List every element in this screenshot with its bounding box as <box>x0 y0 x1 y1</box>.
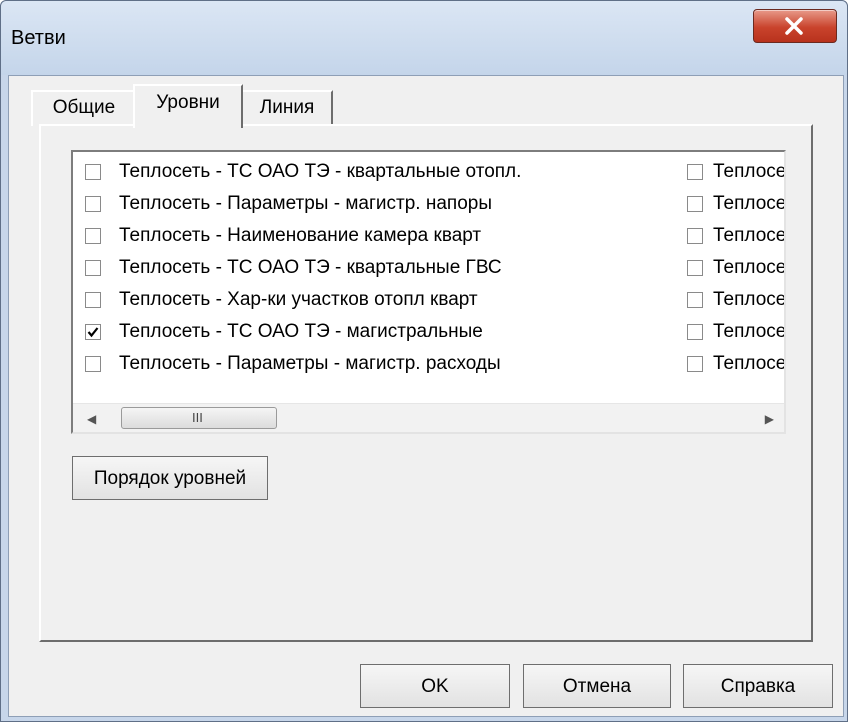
tab-levels[interactable]: Уровни <box>133 84 243 128</box>
close-button[interactable] <box>753 9 837 43</box>
checkbox[interactable] <box>687 164 703 180</box>
list-item-label: Теплосе <box>713 257 786 278</box>
window-title: Ветви <box>11 27 66 49</box>
list-item[interactable]: Теплосе <box>675 284 786 316</box>
level-order-button[interactable]: Порядок уровней <box>72 456 268 500</box>
checkbox[interactable] <box>687 228 703 244</box>
list-item-label: Теплосе <box>713 225 786 246</box>
tab-levels-label: Уровни <box>156 92 220 113</box>
checkmark-icon <box>87 327 99 338</box>
list-item-label: Теплосеть - Параметры - магистр. расходы <box>119 353 501 374</box>
list-item-label: Теплосе <box>713 353 786 374</box>
list-item-label: Теплосеть - ТС ОАО ТЭ - квартальные ГВС <box>119 257 502 278</box>
list-item[interactable]: Теплосеть - ТС ОАО ТЭ - квартальные отоп… <box>73 156 673 188</box>
list-item[interactable]: Теплосеть - ТС ОАО ТЭ - квартальные ГВС <box>73 252 673 284</box>
checkbox[interactable] <box>85 196 101 212</box>
close-icon <box>785 17 803 35</box>
checkbox[interactable] <box>85 292 101 308</box>
checkbox[interactable] <box>687 292 703 308</box>
list-item[interactable]: Теплосеть - ТС ОАО ТЭ - магистральные <box>73 316 673 348</box>
list-item-label: Теплосеть - Наименование камера кварт <box>119 225 482 246</box>
help-button[interactable]: Справка <box>683 664 833 708</box>
ok-button[interactable]: OK <box>360 664 510 708</box>
list-item-label: Теплосе <box>713 161 786 182</box>
list-item-label: Теплосе <box>713 321 786 342</box>
list-item-label: Теплосе <box>713 193 786 214</box>
list-item[interactable]: Теплосеть - Хар-ки участков отопл кварт <box>73 284 673 316</box>
list-item[interactable]: Теплосеть - Параметры - магистр. напоры <box>73 188 673 220</box>
checkbox[interactable] <box>85 260 101 276</box>
checkbox[interactable] <box>687 356 703 372</box>
list-item[interactable]: Теплосеть - Параметры - магистр. расходы <box>73 348 673 380</box>
title-bar[interactable]: Ветви <box>1 1 847 75</box>
scrollbar-thumb[interactable]: III <box>121 407 277 429</box>
scrollbar-grip: III <box>192 410 203 425</box>
scroll-right-icon[interactable]: ▶ <box>765 412 774 426</box>
list-item[interactable]: Теплосе <box>675 188 786 220</box>
checkbox[interactable] <box>687 324 703 340</box>
list-item[interactable]: Теплосе <box>675 220 786 252</box>
tab-general-label: Общие <box>52 97 116 118</box>
list-item[interactable]: Теплосе <box>675 252 786 284</box>
list-item[interactable]: Теплосе <box>675 348 786 380</box>
levels-list[interactable]: Теплосеть - ТС ОАО ТЭ - квартальные отоп… <box>71 150 786 434</box>
dialog-client-area: Общие Уровни Линия Теплосеть - ТС ОАО ТЭ… <box>8 75 844 717</box>
horizontal-scrollbar[interactable]: ◀ III ▶ <box>73 403 784 432</box>
list-item[interactable]: Теплосе <box>675 156 786 188</box>
list-item-label: Теплосе <box>713 289 786 310</box>
checkbox-checked[interactable] <box>85 324 101 340</box>
scroll-left-icon[interactable]: ◀ <box>87 412 96 426</box>
dialog-window: Ветви Общие Уровни Линия Теплосеть - ТС … <box>0 0 848 722</box>
checkbox[interactable] <box>85 356 101 372</box>
list-item-label: Теплосеть - ТС ОАО ТЭ - квартальные отоп… <box>119 161 522 182</box>
list-item-label: Теплосеть - ТС ОАО ТЭ - магистральные <box>119 321 483 342</box>
list-item-label: Теплосеть - Параметры - магистр. напоры <box>119 193 492 214</box>
checkbox[interactable] <box>85 164 101 180</box>
list-item-label: Теплосеть - Хар-ки участков отопл кварт <box>119 289 478 310</box>
tab-line-label: Линия <box>259 97 315 118</box>
list-item[interactable]: Теплосе <box>675 316 786 348</box>
tab-line[interactable]: Линия <box>241 90 333 126</box>
list-item[interactable]: Теплосеть - Наименование камера кварт <box>73 220 673 252</box>
tab-panel-levels: Теплосеть - ТС ОАО ТЭ - квартальные отоп… <box>39 124 813 642</box>
cancel-button[interactable]: Отмена <box>523 664 671 708</box>
tab-general[interactable]: Общие <box>31 90 135 126</box>
list-column-2: Теплосе Теплосе Теплосе Теплосе Теплосе … <box>675 156 786 380</box>
checkbox[interactable] <box>687 196 703 212</box>
checkbox[interactable] <box>687 260 703 276</box>
checkbox[interactable] <box>85 228 101 244</box>
list-column-1: Теплосеть - ТС ОАО ТЭ - квартальные отоп… <box>73 156 673 380</box>
